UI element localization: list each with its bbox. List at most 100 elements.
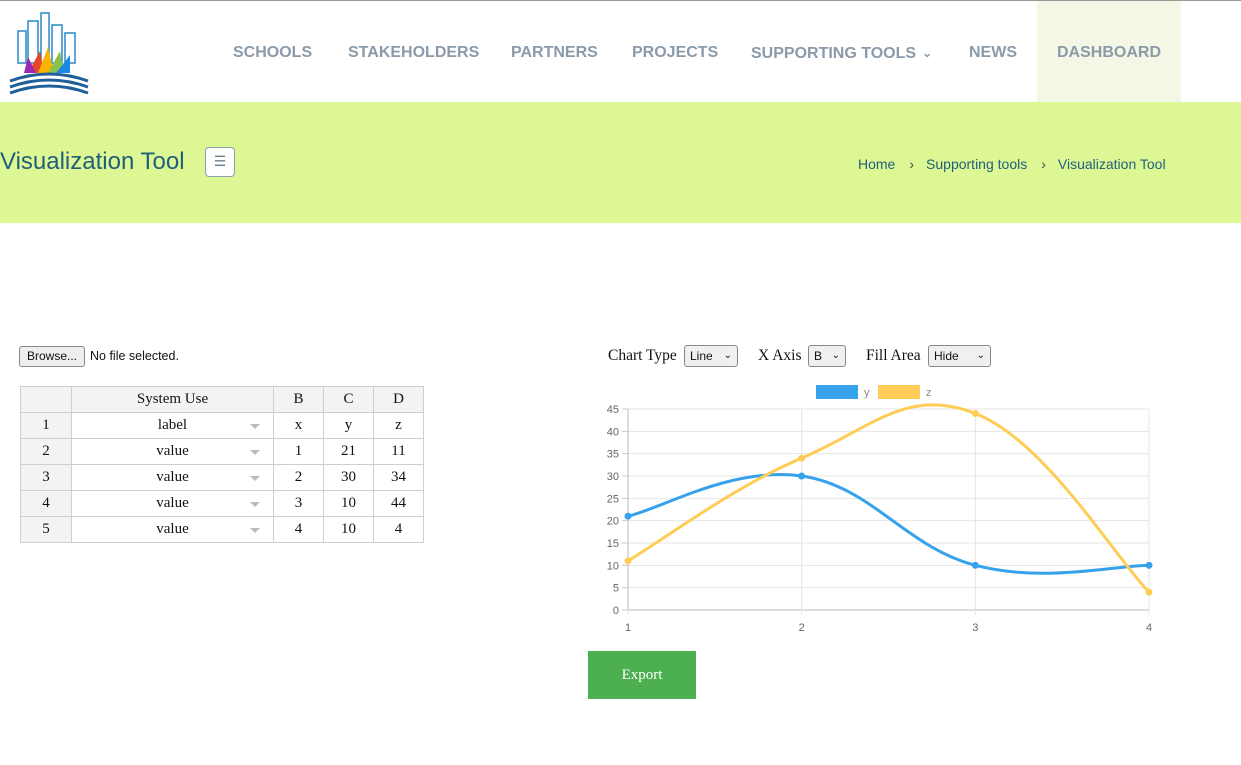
chevron-down-icon: ⌄ [831,350,840,361]
data-point-y [1145,561,1153,569]
data-point-y [798,472,806,480]
chart-type-label: Chart Type [608,347,677,364]
table-cell[interactable]: 2 [273,464,324,491]
dropdown-arrow-icon [250,502,260,507]
data-point-y [971,561,979,569]
dropdown-arrow-icon [250,528,260,533]
legend-swatch-z [878,385,920,399]
y-tick-label: 5 [613,583,619,595]
table-cell[interactable]: 10 [323,516,374,543]
dropdown-arrow-icon [250,450,260,455]
table-cell[interactable]: 3 [273,490,324,517]
file-status: No file selected. [90,349,179,363]
y-tick-label: 45 [607,404,619,416]
y-tick-label: 40 [607,426,619,438]
x-axis-value: B [814,349,823,363]
data-point-y [624,512,632,520]
system-use-value: value [156,443,189,459]
table-cell[interactable]: 34 [373,464,424,491]
corner-cell [20,386,72,413]
x-axis-select[interactable]: B ⌄ [808,345,846,367]
table-cell[interactable]: x [273,412,324,439]
chevron-down-icon: ⌄ [922,46,933,60]
chevron-down-icon: ⌄ [723,350,732,361]
table-row: 2 value 1 21 11 [20,438,424,465]
legend-label-z: z [926,387,932,399]
nav-partners[interactable]: PARTNERS [511,1,598,103]
table-cell[interactable]: 44 [373,490,424,517]
data-table: System Use B C D 1 label x y z 2 value 1… [20,386,424,543]
fill-area-label: Fill Area [866,347,921,364]
y-tick-label: 25 [607,493,619,505]
system-use-value: value [156,521,189,537]
nav-schools[interactable]: SCHOOLS [233,1,312,103]
system-use-value: value [156,469,189,485]
y-tick-label: 15 [607,538,619,550]
line-chart[interactable]: 0 5 10 15 20 25 30 35 40 45 1 2 3 4 y z [588,380,1168,640]
system-use-select[interactable]: value [71,438,274,465]
table-row: 1 label x y z [20,412,424,439]
row-number: 3 [20,464,72,491]
breadcrumb: Home › Supporting tools › Visualization Tool [858,156,1166,172]
browse-button[interactable]: Browse... [19,346,85,367]
table-header-row: System Use B C D [20,386,424,413]
series-line-y [627,473,1150,575]
nav-news[interactable]: NEWS [969,1,1017,103]
breadcrumb-current[interactable]: Visualization Tool [1058,156,1166,172]
export-button[interactable]: Export [588,651,696,699]
x-tick-label: 2 [799,622,805,634]
site-header: SCHOOLS STAKEHOLDERS PARTNERS PROJECTS S… [0,0,1241,103]
system-use-select[interactable]: value [71,516,274,543]
data-point-z [624,557,632,565]
chevron-right-icon: › [909,156,915,172]
table-row: 3 value 2 30 34 [20,464,424,491]
chevron-down-icon: ⌄ [976,350,985,361]
nav-projects[interactable]: PROJECTS [632,1,718,103]
breadcrumb-home[interactable]: Home [858,156,895,172]
nav-stakeholders[interactable]: STAKEHOLDERS [348,1,479,103]
table-cell[interactable]: 1 [273,438,324,465]
column-header-d: D [373,386,424,413]
breadcrumb-supporting-tools[interactable]: Supporting tools [926,156,1027,172]
nav-dashboard[interactable]: DASHBOARD [1037,1,1181,103]
x-axis-label: X Axis [758,347,802,364]
site-logo[interactable] [8,11,90,97]
y-tick-label: 20 [607,516,619,528]
data-point-z [971,409,979,417]
table-cell[interactable]: 4 [373,516,424,543]
nav-supporting-tools-label: SUPPORTING TOOLS [751,45,917,62]
table-cell[interactable]: 10 [323,490,374,517]
table-cell[interactable]: 30 [323,464,374,491]
data-point-z [1145,588,1153,596]
menu-toggle-button[interactable]: ☰ [205,147,235,177]
legend-swatch-y [816,385,858,399]
y-tick-label: 35 [607,449,619,461]
legend-label-y: y [864,387,870,399]
system-use-select[interactable]: value [71,490,274,517]
column-header-c: C [323,386,374,413]
hamburger-icon: ☰ [213,153,227,169]
table-cell[interactable]: 4 [273,516,324,543]
x-tick-label: 3 [972,622,978,634]
table-cell[interactable]: 21 [323,438,374,465]
system-use-select[interactable]: value [71,464,274,491]
nav-supporting-tools[interactable]: SUPPORTING TOOLS ⌄ [751,1,932,103]
chart-type-value: Line [690,349,713,363]
dropdown-arrow-icon [250,476,260,481]
system-use-value: label [157,417,188,433]
data-point-z [798,454,806,462]
system-use-select[interactable]: label [71,412,274,439]
row-number: 5 [20,516,72,543]
chart-type-select[interactable]: Line ⌄ [684,345,738,367]
row-number: 4 [20,490,72,517]
column-header-system-use: System Use [71,386,274,413]
column-header-b: B [273,386,324,413]
page-title: Visualization Tool [0,148,185,175]
chevron-right-icon: › [1041,156,1046,172]
table-row: 5 value 4 10 4 [20,516,424,543]
table-cell[interactable]: 11 [373,438,424,465]
y-tick-label: 0 [613,605,619,617]
fill-area-select[interactable]: Hide ⌄ [928,345,991,367]
table-cell[interactable]: y [323,412,374,439]
table-cell[interactable]: z [373,412,424,439]
